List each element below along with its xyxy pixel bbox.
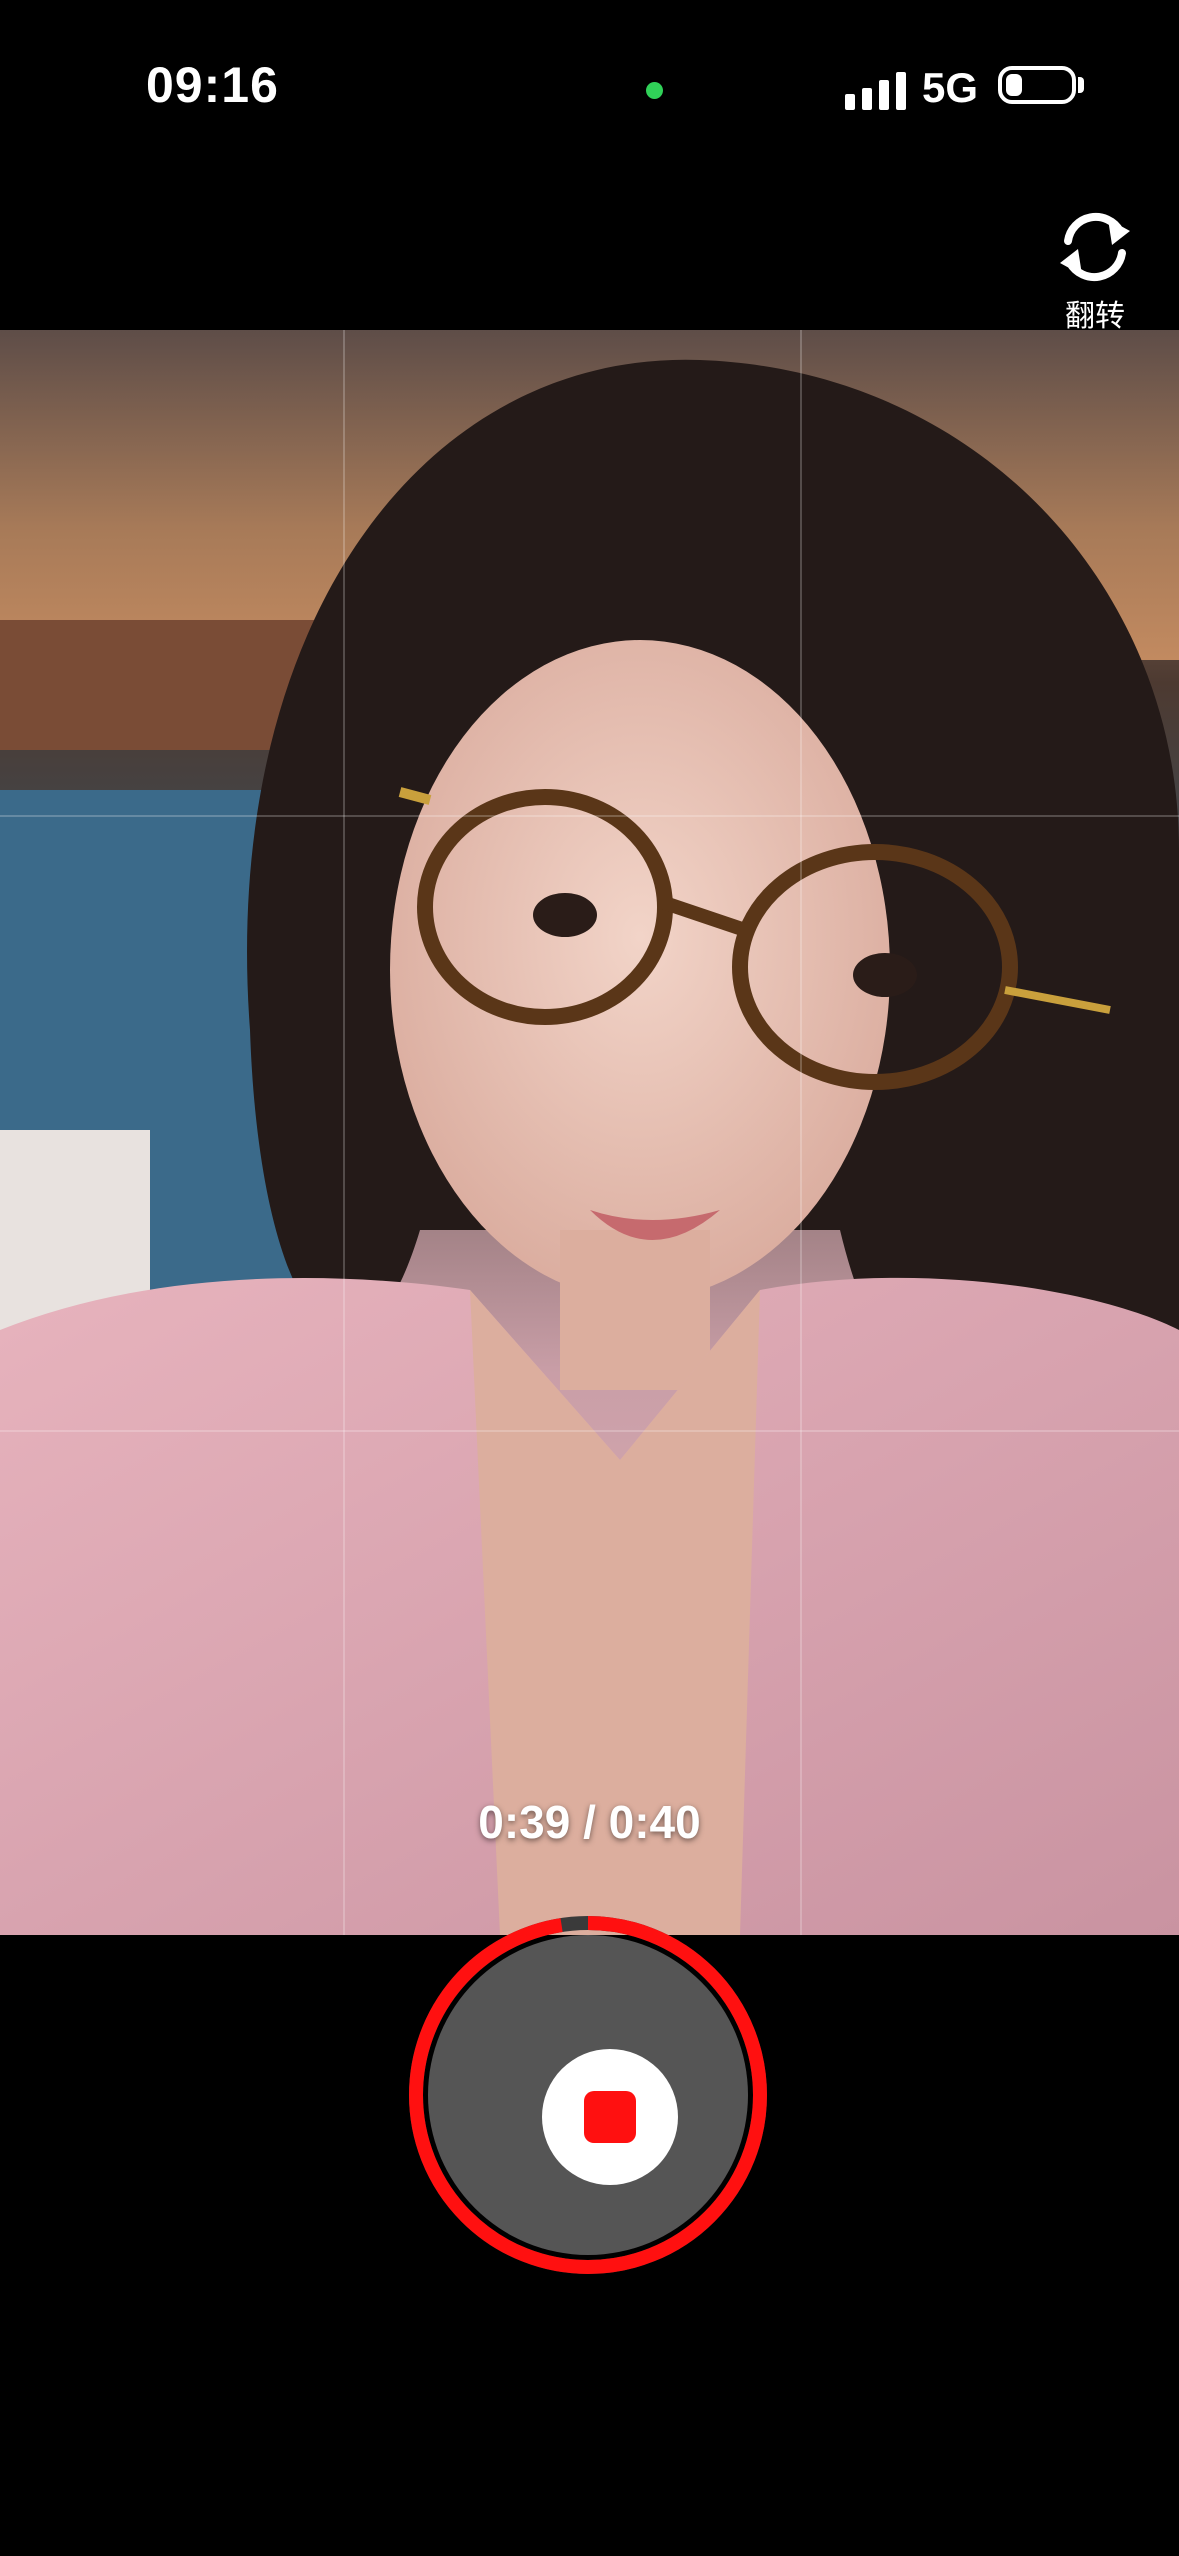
- grid-line-vertical-1: [343, 330, 345, 1935]
- camera-flip-icon: [1060, 212, 1130, 282]
- stop-icon: [584, 2091, 636, 2143]
- stop-icon-background: [542, 2049, 678, 2185]
- status-bar: 09:16 5G: [0, 0, 1179, 170]
- grid-line-vertical-2: [800, 330, 802, 1935]
- stop-recording-button[interactable]: [406, 1913, 770, 2277]
- flip-camera-button[interactable]: 翻转: [1040, 205, 1150, 345]
- status-time: 09:16: [146, 57, 279, 113]
- battery-icon: [998, 66, 1076, 104]
- grid-line-horizontal-2: [0, 1430, 1179, 1432]
- record-button-inner: [428, 1935, 748, 2255]
- camera-in-use-indicator: [646, 82, 663, 99]
- network-type: 5G: [922, 64, 979, 111]
- recording-timer: 0:39 / 0:40: [478, 1796, 701, 1848]
- grid-line-horizontal-1: [0, 815, 1179, 817]
- flip-label: 翻转: [1065, 300, 1125, 333]
- camera-viewfinder[interactable]: [0, 330, 1179, 1935]
- battery-cap: [1078, 77, 1084, 93]
- camera-preview: [0, 330, 1179, 1935]
- cellular-signal-icon: [845, 66, 906, 110]
